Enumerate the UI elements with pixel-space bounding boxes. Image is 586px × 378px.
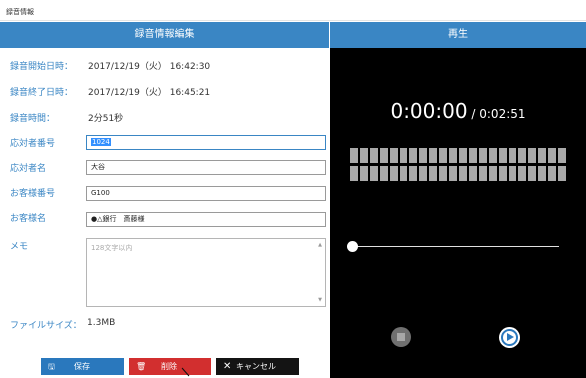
edit-section-header: 録音情報編集 bbox=[0, 22, 329, 48]
level-meter-segment bbox=[389, 148, 398, 163]
scroll-up-icon[interactable]: ▲ bbox=[318, 242, 322, 248]
level-meter-segment bbox=[478, 166, 487, 181]
playback-section-header: 再生 bbox=[330, 22, 586, 48]
level-meter-segment bbox=[449, 148, 457, 163]
total-time: 0:02:51 bbox=[479, 107, 526, 121]
level-meter-segment bbox=[379, 148, 388, 163]
delete-button-label: 削除 bbox=[161, 362, 177, 371]
level-meter-segment bbox=[359, 148, 368, 163]
customer-number-field[interactable]: G100 bbox=[86, 186, 326, 201]
level-meter-segment bbox=[350, 166, 358, 181]
level-meter-segment bbox=[409, 166, 418, 181]
level-meter-segment bbox=[508, 166, 517, 181]
start-time-label: 録音開始日時： bbox=[10, 62, 74, 72]
level-meter-segment bbox=[389, 166, 398, 181]
time-display: 0:00:00 / 0:02:51 bbox=[330, 99, 586, 123]
level-meter-segment bbox=[558, 166, 566, 181]
save-button-label: 保存 bbox=[74, 362, 90, 371]
cancel-button[interactable]: ✕ キャンセル bbox=[216, 358, 299, 375]
trash-icon: 🗑 bbox=[136, 362, 147, 371]
mouse-cursor-icon bbox=[181, 367, 190, 377]
memo-label: メモ bbox=[10, 242, 29, 252]
edit-form: 録音開始日時： 2017/12/19（火） 16:42:30 録音終了日時： 2… bbox=[0, 48, 329, 378]
window-title: 録音情報 bbox=[6, 8, 34, 16]
responder-number-value: 1024 bbox=[91, 138, 111, 146]
level-meter-segment bbox=[399, 148, 408, 163]
level-meter-segment bbox=[548, 148, 557, 163]
level-meter-segment bbox=[508, 148, 517, 163]
stop-icon bbox=[397, 333, 405, 341]
memo-placeholder: 128文字以内 bbox=[91, 244, 133, 252]
delete-button[interactable]: 🗑 削除 bbox=[129, 358, 211, 375]
level-meter-segment bbox=[458, 148, 467, 163]
start-time-value: 2017/12/19（火） 16:42:30 bbox=[88, 62, 211, 72]
level-meter-segment bbox=[488, 166, 497, 181]
play-icon bbox=[507, 333, 514, 341]
floppy-disk-icon: 🖫 bbox=[48, 362, 55, 371]
level-meter-segment bbox=[419, 148, 428, 163]
level-meter-segment bbox=[528, 148, 537, 163]
seek-track[interactable] bbox=[352, 246, 559, 247]
customer-number-label: お客様番号 bbox=[10, 189, 56, 199]
level-meter-segment bbox=[439, 148, 448, 163]
save-button[interactable]: 🖫 保存 bbox=[41, 358, 124, 375]
level-meter-segment bbox=[449, 166, 457, 181]
scroll-down-icon[interactable]: ▼ bbox=[318, 297, 322, 303]
responder-number-field[interactable]: 1024 bbox=[86, 135, 326, 150]
level-meter-segment bbox=[498, 166, 507, 181]
level-meter-segment bbox=[439, 166, 448, 181]
current-time: 0:00:00 bbox=[390, 99, 468, 123]
level-meter-segment bbox=[350, 148, 358, 163]
memo-textarea[interactable]: 128文字以内 ▲ ▼ bbox=[86, 238, 326, 307]
duration-label: 録音時間： bbox=[10, 114, 56, 124]
cancel-button-label: キャンセル bbox=[236, 362, 276, 371]
level-meter-segment bbox=[429, 148, 438, 163]
level-meter-segment bbox=[548, 166, 557, 181]
level-meter-segment bbox=[538, 166, 547, 181]
responder-name-label: 応対者名 bbox=[10, 164, 47, 174]
customer-name-label: お客様名 bbox=[10, 214, 47, 224]
level-meter-segment bbox=[558, 148, 566, 163]
level-meter-segment bbox=[458, 166, 467, 181]
level-meter-segment bbox=[359, 166, 368, 181]
file-size-label: ファイルサイズ： bbox=[10, 321, 82, 331]
level-meter-segment bbox=[369, 148, 378, 163]
level-meter-segment bbox=[429, 166, 438, 181]
end-time-label: 録音終了日時： bbox=[10, 88, 74, 98]
level-meter-segment bbox=[468, 166, 477, 181]
responder-number-label: 応対者番号 bbox=[10, 139, 56, 149]
time-separator: / bbox=[467, 107, 480, 121]
audio-player: 0:00:00 / 0:02:51 bbox=[330, 48, 586, 378]
end-time-value: 2017/12/19（火） 16:45:21 bbox=[88, 88, 211, 98]
seek-knob[interactable] bbox=[347, 241, 358, 252]
level-meter-segment bbox=[518, 166, 527, 181]
level-meter-segment bbox=[528, 166, 537, 181]
level-meter-segment bbox=[538, 148, 547, 163]
close-icon: ✕ bbox=[223, 361, 232, 372]
level-meter-segment bbox=[399, 166, 408, 181]
duration-value: 2分51秒 bbox=[88, 114, 124, 124]
file-size-value: 1.3MB bbox=[87, 318, 116, 328]
level-meter-row-top bbox=[350, 148, 566, 163]
level-meter-segment bbox=[419, 166, 428, 181]
window-titlebar: 録音情報 bbox=[0, 0, 586, 21]
level-meter-segment bbox=[379, 166, 388, 181]
stop-button[interactable] bbox=[391, 327, 411, 347]
level-meter-segment bbox=[478, 148, 487, 163]
level-meter-segment bbox=[518, 148, 527, 163]
customer-name-field[interactable]: ●△銀行 斎藤様 bbox=[86, 212, 326, 227]
level-meter-segment bbox=[468, 148, 477, 163]
level-meter-segment bbox=[369, 166, 378, 181]
level-meter-row-bottom bbox=[350, 166, 566, 181]
level-meter-segment bbox=[498, 148, 507, 163]
level-meter bbox=[350, 148, 566, 184]
responder-name-field[interactable]: 大谷 bbox=[86, 160, 326, 175]
level-meter-segment bbox=[409, 148, 418, 163]
play-button[interactable] bbox=[499, 327, 520, 348]
level-meter-segment bbox=[488, 148, 497, 163]
